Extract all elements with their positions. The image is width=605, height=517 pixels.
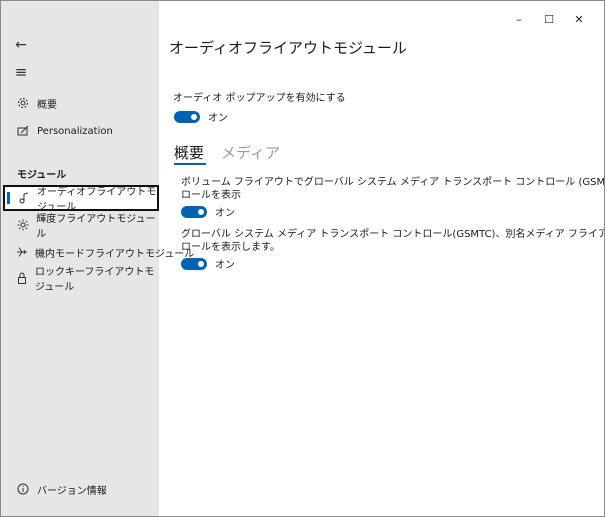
sidebar: ← ≡ 概要 Personalization モジュール オーディオフライアウト… [1, 1, 194, 516]
setting-label-line: グローバル システム メディア トランスポート コントロール(GSMTC)、別名… [181, 229, 604, 240]
volume-in-media-setting-label: グローバル システム メディア トランスポート コントロール(GSMTC)、別名… [181, 228, 604, 254]
close-button[interactable]: ✕ [565, 9, 593, 29]
sidebar-item-personalization[interactable]: Personalization [1, 118, 159, 144]
volume-in-media-toggle-row: オン [181, 256, 235, 271]
tab-media[interactable]: メディア [221, 142, 280, 163]
gsmtc-in-volume-setting-label: ボリューム フライアウトでグローバル システム メディア トランスポート コント… [181, 176, 605, 202]
hamburger-menu-button[interactable]: ≡ [9, 61, 33, 83]
sidebar-item-label: オーディオフライアウトモジュール [37, 187, 157, 213]
minimize-icon: – [516, 12, 522, 26]
volume-in-media-toggle-switch[interactable] [181, 257, 207, 270]
setting-label-line: ロールを表示 [181, 190, 241, 201]
sidebar-item-label: ロックキーフライアウトモジュール [35, 267, 155, 293]
sidebar-item-audio-flyout[interactable]: オーディオフライアウトモジュール [3, 185, 159, 213]
maximize-icon: ☐ [544, 12, 554, 26]
setting-label-line: ロールを表示します。 [181, 242, 280, 253]
audio-icon [18, 191, 30, 205]
back-arrow-icon: ← [15, 37, 27, 53]
close-icon: ✕ [574, 12, 584, 26]
sidebar-item-lockkey-flyout[interactable]: ロックキーフライアウトモジュール [1, 265, 159, 293]
active-tab-indicator [174, 163, 206, 165]
popup-setting-label: オーディオ ポップアップを有効にする [173, 93, 346, 104]
sidebar-item-version-info[interactable]: バージョン情報 [1, 476, 159, 502]
modules-section-header: モジュール [17, 170, 67, 181]
sidebar-item-label: 機内モードフライアウトモジュール [35, 248, 195, 260]
hamburger-icon: ≡ [14, 63, 28, 81]
setting-label-line: ボリューム フライアウトでグローバル システム メディア トランスポート コント… [181, 177, 605, 188]
page-title: オーディオフライアウトモジュール [169, 39, 407, 57]
gsmtc-in-volume-toggle-row: オン [181, 204, 235, 219]
lock-icon [16, 271, 28, 285]
sidebar-item-label: 輝度フライアウトモジュール [36, 214, 156, 240]
sidebar-item-label: 概要 [37, 99, 57, 111]
brightness-icon [16, 218, 29, 232]
popup-toggle-switch[interactable] [174, 110, 200, 123]
gear-icon [16, 96, 30, 110]
airplane-icon [16, 245, 28, 259]
sidebar-item-brightness-flyout[interactable]: 輝度フライアウトモジュール [1, 212, 159, 240]
minimize-button[interactable]: – [505, 9, 533, 29]
tab-overview[interactable]: 概要 [174, 142, 204, 163]
popup-toggle-row: オン [174, 109, 228, 124]
info-icon [16, 482, 30, 496]
toggle-state-label: オン [208, 113, 228, 124]
sidebar-item-airplane-flyout[interactable]: 機内モードフライアウトモジュール [1, 239, 194, 265]
maximize-button[interactable]: ☐ [535, 9, 563, 29]
toggle-state-label: オン [215, 208, 235, 219]
sidebar-item-label: Personalization [37, 125, 113, 137]
personalize-icon [16, 124, 30, 138]
sidebar-item-label: バージョン情報 [37, 485, 107, 497]
app-window: ← ≡ 概要 Personalization モジュール オーディオフライアウト… [0, 0, 605, 517]
toggle-state-label: オン [215, 260, 235, 271]
gsmtc-in-volume-toggle-switch[interactable] [181, 205, 207, 218]
sidebar-item-overview[interactable]: 概要 [1, 90, 159, 116]
back-button[interactable]: ← [9, 34, 33, 56]
